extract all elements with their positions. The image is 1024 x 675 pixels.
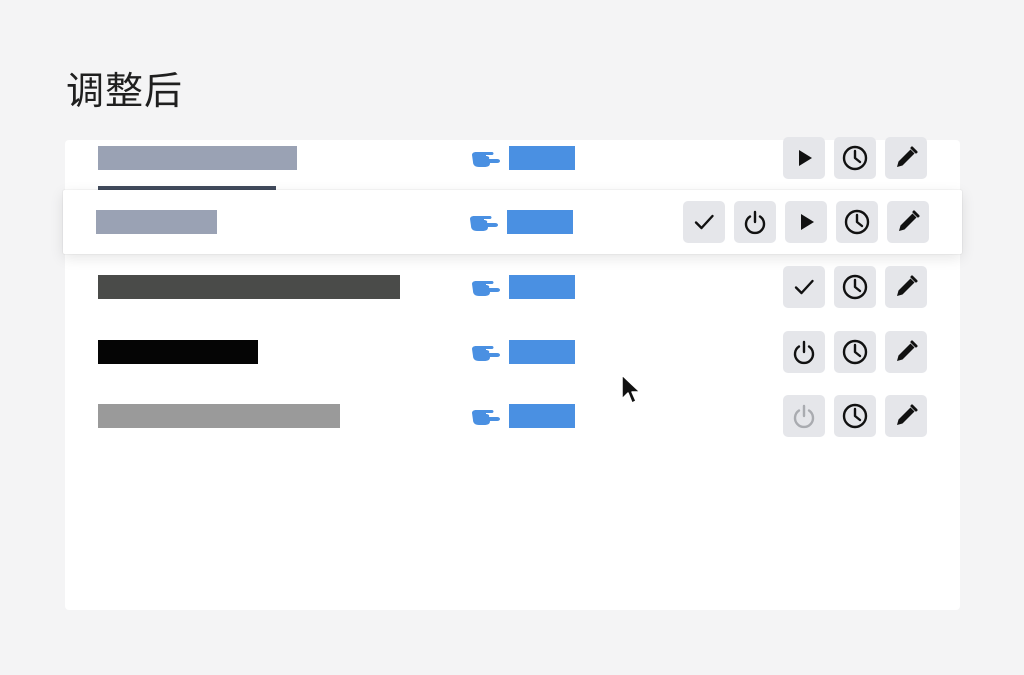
clock-icon <box>844 209 870 235</box>
power-button <box>783 395 825 437</box>
row-link[interactable] <box>470 142 590 174</box>
clock-icon <box>842 145 868 171</box>
row-link-placeholder <box>509 146 575 170</box>
row-actions <box>783 395 927 437</box>
row-link-placeholder <box>507 210 573 234</box>
power-icon <box>793 404 815 429</box>
clock-icon <box>842 274 868 300</box>
edit-pencil-icon <box>897 404 918 425</box>
pointing-hand-icon <box>472 152 500 167</box>
mouse-pointer-icon <box>621 374 641 404</box>
pointing-hand-icon <box>470 216 498 231</box>
list-card <box>63 137 962 610</box>
row-link-placeholder <box>509 404 575 428</box>
list-row[interactable] <box>65 126 960 190</box>
row-name-placeholder <box>98 275 400 299</box>
row-actions <box>783 266 927 308</box>
row-link[interactable] <box>470 271 590 303</box>
row-name-placeholder <box>96 210 217 234</box>
check-button[interactable] <box>683 201 725 243</box>
edit-pencil-icon <box>899 210 920 231</box>
play-icon <box>801 214 814 230</box>
row-actions <box>783 331 927 373</box>
edit-button[interactable] <box>885 331 927 373</box>
pointing-hand-icon <box>472 346 500 361</box>
check-icon <box>794 279 814 295</box>
clock-icon <box>842 339 868 365</box>
clock-button[interactable] <box>834 266 876 308</box>
row-link[interactable] <box>470 336 590 368</box>
edit-pencil-icon <box>897 146 918 167</box>
power-icon <box>793 340 815 365</box>
play-button[interactable] <box>783 137 825 179</box>
check-icon <box>694 214 714 230</box>
list-row[interactable] <box>65 320 960 384</box>
row-actions <box>783 137 927 179</box>
list-row[interactable] <box>65 255 960 319</box>
pointing-hand-icon <box>472 410 500 425</box>
edit-button[interactable] <box>885 137 927 179</box>
pointing-hand-icon <box>472 281 500 296</box>
clock-button[interactable] <box>834 395 876 437</box>
row-name-placeholder <box>98 146 297 170</box>
clock-button[interactable] <box>834 137 876 179</box>
row-link[interactable] <box>470 400 590 432</box>
clock-button[interactable] <box>834 331 876 373</box>
list-row[interactable] <box>63 190 962 254</box>
row-link-placeholder <box>509 340 575 364</box>
check-button[interactable] <box>783 266 825 308</box>
edit-pencil-icon <box>897 275 918 296</box>
row-name-placeholder <box>98 404 340 428</box>
list-row[interactable] <box>65 384 960 448</box>
clock-button[interactable] <box>836 201 878 243</box>
row-name-placeholder <box>98 340 258 364</box>
clock-icon <box>842 403 868 429</box>
page-title: 调整后 <box>66 69 184 113</box>
edit-button[interactable] <box>887 201 929 243</box>
row-link[interactable] <box>468 206 588 238</box>
edit-button[interactable] <box>885 266 927 308</box>
row-link-placeholder <box>509 275 575 299</box>
power-icon <box>744 210 766 235</box>
play-icon <box>799 150 812 166</box>
edit-button[interactable] <box>885 395 927 437</box>
play-button[interactable] <box>785 201 827 243</box>
power-button[interactable] <box>783 331 825 373</box>
edit-pencil-icon <box>897 340 918 361</box>
power-button[interactable] <box>734 201 776 243</box>
row-actions <box>683 201 929 243</box>
